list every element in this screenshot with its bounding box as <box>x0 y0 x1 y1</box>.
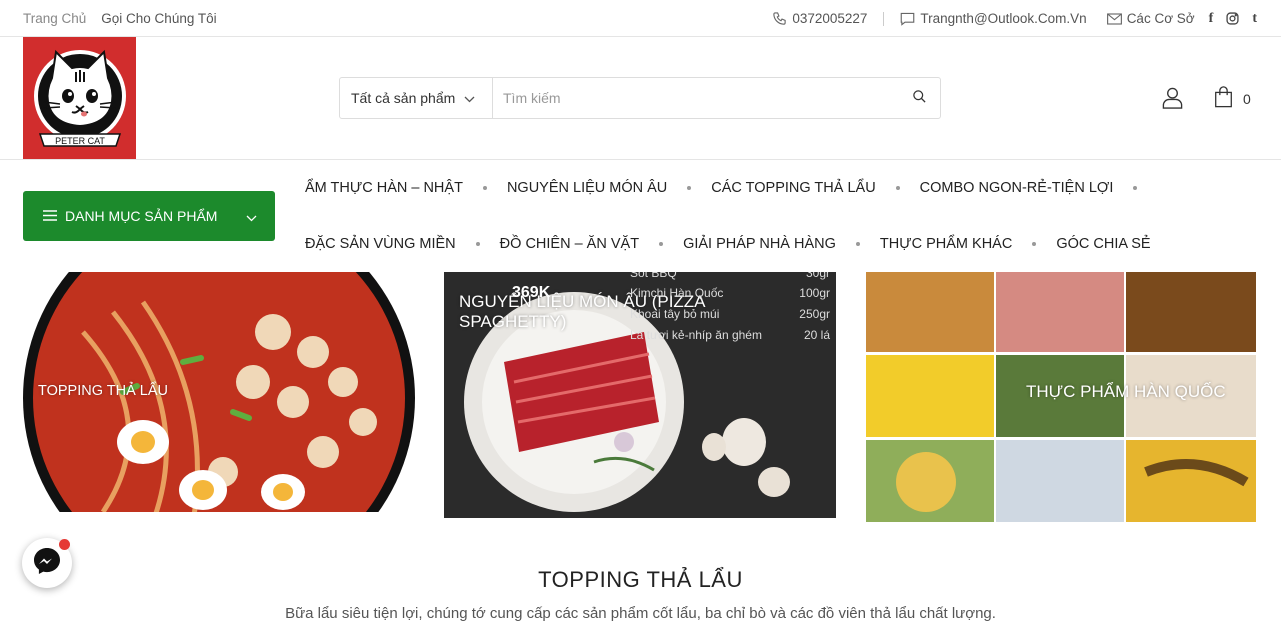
cart-button[interactable]: 0 <box>1214 86 1251 111</box>
chevron-down-icon <box>246 209 257 225</box>
nav-item-combo[interactable]: COMBO NGON-RẺ-TIỆN LỢI <box>920 180 1114 196</box>
nav-separator <box>895 186 900 190</box>
combo-menu-item: Khoai tây bỏ múi 250gr <box>630 307 830 321</box>
nav-item-fried-snacks[interactable]: ĐỒ CHIÊN – ĂN VẶT <box>500 236 639 252</box>
top-bar-left: Trang Chủ Gọi Cho Chúng Tôi <box>23 0 217 37</box>
search-category-select[interactable]: Tất cả sản phẩm <box>340 78 493 118</box>
section-title: TOPPING THẢ LẨU <box>538 567 743 592</box>
svg-text:PETER CAT: PETER CAT <box>55 136 105 146</box>
phone-number: 0372005227 <box>792 11 868 26</box>
combo-price: 369K <box>512 284 551 301</box>
nav-item-korean-japanese-food[interactable]: ẨM THỰC HÀN – NHẬT <box>305 180 463 196</box>
email-address: Trangnth@Outlook.Com.Vn <box>920 11 1087 26</box>
call-us-link[interactable]: Gọi Cho Chúng Tôi <box>101 11 216 26</box>
shopping-bag-icon <box>1214 86 1233 111</box>
nav-item-western-ingredients[interactable]: NGUYÊN LIỆU MÓN ÂU <box>507 180 667 196</box>
mail-icon <box>1106 12 1122 25</box>
nav-separator <box>659 242 664 246</box>
banner-label: TOPPING THẢ LẨU <box>38 383 168 399</box>
top-bar: Trang Chủ Gọi Cho Chúng Tôi 0372005227 T… <box>0 0 1281 37</box>
email-link[interactable]: Trangnth@Outlook.Com.Vn <box>900 11 1087 26</box>
nav-separator <box>855 242 860 246</box>
nav-item-sharing-corner[interactable]: GÓC CHIA SẺ <box>1056 236 1150 252</box>
chevron-down-icon <box>464 90 475 106</box>
product-categories-label: DANH MỤC SẢN PHẨM <box>65 208 218 224</box>
combo-menu-item: Kimchi Hàn Quốc 100gr <box>630 286 830 300</box>
search-input[interactable] <box>493 78 898 118</box>
menu-icon <box>43 208 57 224</box>
combo-menu-item: Lá tươi kẻ-nhíp ăn ghém 20 lá <box>630 328 830 342</box>
stores-label: Các Cơ Sở <box>1126 11 1195 26</box>
site-logo[interactable]: PETER CAT <box>23 37 136 159</box>
combo-menu-item: Sốt BBQ 30gr <box>630 272 830 280</box>
chat-icon <box>900 12 915 26</box>
notification-badge <box>59 539 70 550</box>
nav-separator <box>687 186 692 190</box>
section-description: Bữa lẩu siêu tiện lợi, chúng tớ cung cấp… <box>285 605 996 622</box>
social-links: f t <box>1209 11 1257 27</box>
banner-label: THỰC PHẨM HÀN QUỐC <box>1026 382 1226 401</box>
nav-item-restaurant-solutions[interactable]: GIẢI PHÁP NHÀ HÀNG <box>683 236 836 252</box>
search-button[interactable] <box>898 78 940 118</box>
banner-hotpot-toppings[interactable]: TOPPING THẢ LẨU <box>23 272 415 522</box>
search-category-label: Tất cả sản phẩm <box>351 90 456 106</box>
phone-link[interactable]: 0372005227 <box>772 11 867 26</box>
instagram-icon[interactable] <box>1226 12 1239 25</box>
facebook-icon[interactable]: f <box>1209 11 1214 27</box>
cat-logo-icon: PETER CAT <box>33 49 126 147</box>
home-link[interactable]: Trang Chủ <box>23 11 86 26</box>
main-nav-row-1: ẨM THỰC HÀN – NHẬT NGUYÊN LIỆU MÓN ÂU CÁ… <box>305 176 1265 200</box>
search-bar: Tất cả sản phẩm <box>339 77 941 119</box>
header-divider <box>0 159 1281 160</box>
cart-count: 0 <box>1243 90 1251 107</box>
user-icon <box>1161 87 1184 113</box>
nav-item-other-foods[interactable]: THỰC PHẨM KHÁC <box>880 236 1012 252</box>
nav-item-hotpot-toppings[interactable]: CÁC TOPPING THẢ LẨU <box>711 180 875 196</box>
nav-separator <box>1133 186 1138 190</box>
nav-separator <box>1032 242 1037 246</box>
top-bar-right: 0372005227 Trangnth@Outlook.Com.Vn Các C… <box>772 0 1257 37</box>
nav-separator <box>475 242 480 246</box>
main-nav-row-2: ĐẶC SẢN VÙNG MIỀN ĐỒ CHIÊN – ĂN VẶT GIẢI… <box>305 232 1265 256</box>
nav-item-regional-specialties[interactable]: ĐẶC SẢN VÙNG MIỀN <box>305 236 456 252</box>
banner-korean-food[interactable]: THỰC PHẨM HÀN QUỐC <box>866 272 1256 522</box>
phone-icon <box>772 11 787 26</box>
banner-western-ingredients[interactable]: NGUYÊN LIỆU MÓN ÂU (PIZZA SPAGHETTY) 369… <box>444 272 836 518</box>
divider <box>883 11 885 26</box>
account-button[interactable] <box>1161 86 1184 114</box>
search-icon <box>912 89 927 107</box>
stores-link[interactable]: Các Cơ Sở <box>1106 11 1195 26</box>
tumblr-icon[interactable]: t <box>1252 11 1257 27</box>
nav-separator <box>482 186 487 190</box>
product-categories-button[interactable]: DANH MỤC SẢN PHẨM <box>23 191 275 241</box>
